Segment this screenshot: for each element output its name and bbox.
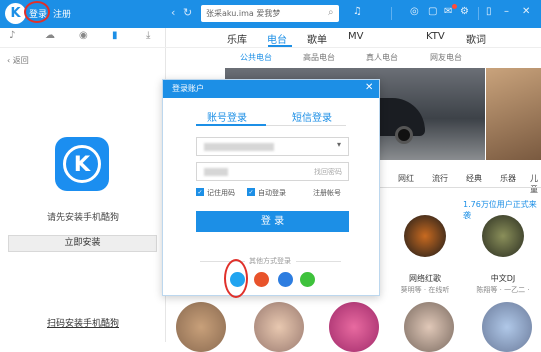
radio-cover[interactable]: [482, 215, 524, 257]
annotation-circle: [224, 259, 248, 298]
search-input[interactable]: 张采aku.ima 爱我梦: [201, 5, 339, 22]
tab-radio[interactable]: 电台: [267, 31, 287, 46]
wechat-icon[interactable]: [300, 272, 315, 287]
category-popular[interactable]: 流行: [432, 173, 448, 184]
category-wanghong[interactable]: 网红: [398, 173, 414, 184]
radio-cover[interactable]: [254, 302, 304, 352]
chevron-down-icon[interactable]: ▾: [337, 140, 341, 149]
divider: [478, 7, 479, 20]
minimize-icon[interactable]: –: [504, 6, 509, 17]
register-account-link[interactable]: 注册帐号: [313, 188, 341, 198]
subtab-hq[interactable]: 高品电台: [303, 52, 335, 63]
close-icon[interactable]: ✕: [522, 6, 530, 17]
back-link[interactable]: ‹ 返回: [7, 55, 29, 66]
left-tabs: ♪ ☁ ◉ ▮ ⤓: [0, 28, 166, 48]
remember-checkbox[interactable]: ✓: [196, 188, 204, 196]
remember-label: 记住用码: [207, 189, 235, 197]
mini-mode-icon[interactable]: ▯: [486, 6, 492, 17]
active-tab-indicator: [196, 124, 266, 126]
message-badge: [452, 4, 457, 9]
tab-sms-login[interactable]: 短信登录: [292, 109, 332, 124]
mic-icon[interactable]: ♫: [353, 6, 362, 17]
category-divider: [379, 187, 541, 188]
back-label: 返回: [12, 56, 29, 65]
download-icon[interactable]: ⤓: [146, 30, 150, 41]
auto-login-checkbox[interactable]: ✓: [247, 188, 255, 196]
divider: [296, 261, 341, 262]
title-bar: K 登录 注册 ‹ ↻ 张采aku.ima 爱我梦 ⌕ ♫ ◎ ▢ ✉ ⚙ ▯ …: [0, 0, 541, 28]
tab-playlist[interactable]: 歌单: [307, 31, 327, 46]
renren-icon[interactable]: [278, 272, 293, 287]
wheel: [395, 126, 413, 144]
account-field[interactable]: ▾: [196, 137, 349, 156]
divider: [391, 7, 392, 20]
install-button[interactable]: 立即安装: [8, 235, 157, 252]
blurred-account: [204, 143, 274, 151]
device-panel: ♪ ☁ ◉ ▮ ⤓ ‹ 返回 K 请先安装手机酷狗 立即安装 扫码安装手机酷狗: [0, 28, 166, 342]
radio-cover[interactable]: [482, 302, 532, 352]
back-arrow-icon[interactable]: ‹: [171, 6, 175, 19]
settings-icon[interactable]: ⚙: [460, 6, 469, 17]
kugou-k-icon: K: [63, 145, 101, 183]
game-icon[interactable]: ◎: [410, 6, 419, 17]
subtab-live[interactable]: 真人电台: [366, 52, 398, 63]
subtab-user[interactable]: 网友电台: [430, 52, 462, 63]
forgot-password-link[interactable]: 找回密码: [314, 167, 342, 177]
login-dialog: 登录账户 ✕ 账号登录 短信登录 ▾ 找回密码 ✓ 记住用码 ✓ 自动登录 注册…: [162, 79, 380, 298]
dialog-title: 登录账户: [172, 84, 204, 93]
active-tab-indicator: [268, 45, 292, 47]
install-prompt: 请先安装手机酷狗: [46, 213, 119, 223]
radio-title[interactable]: 中文DJ: [468, 273, 538, 284]
message-icon[interactable]: ✉: [444, 6, 452, 17]
tab-account-login[interactable]: 账号登录: [207, 109, 247, 124]
radio-title[interactable]: 网络红歌: [390, 273, 460, 284]
kugou-logo: K: [5, 3, 26, 24]
category-classic[interactable]: 经典: [466, 173, 482, 184]
banner-side-image[interactable]: [486, 68, 541, 160]
password-field[interactable]: 找回密码: [196, 162, 349, 181]
search-icon[interactable]: ⌕: [328, 7, 334, 18]
register-link[interactable]: 注册: [53, 7, 71, 20]
main-tabs: 乐库 电台 歌单 MV KTV 歌词: [166, 28, 541, 48]
radio-icon[interactable]: ◉: [79, 30, 88, 41]
auto-login-label: 自动登录: [258, 189, 286, 197]
radio-cover[interactable]: [176, 302, 226, 352]
kugou-app-logo: K: [55, 137, 109, 191]
tab-library[interactable]: 乐库: [227, 31, 247, 46]
annotation-circle: [24, 1, 50, 23]
close-icon[interactable]: ✕: [365, 82, 373, 93]
subtab-public[interactable]: 公共电台: [240, 52, 272, 63]
other-methods-label: 其他方式登录: [249, 257, 291, 265]
skin-icon[interactable]: ▢: [428, 6, 437, 17]
tab-mv[interactable]: MV: [348, 31, 363, 42]
radio-subtitle: 陈翔等 · 一乙二 ·: [476, 286, 530, 294]
blurred-password: [204, 168, 228, 176]
dialog-header: 登录账户 ✕: [163, 80, 379, 98]
login-button[interactable]: 登 录: [196, 211, 349, 232]
phone-icon[interactable]: ▮: [112, 30, 118, 41]
weibo-icon[interactable]: [254, 272, 269, 287]
tab-lyrics[interactable]: 歌词: [466, 31, 486, 46]
radio-cover[interactable]: [404, 302, 454, 352]
cloud-icon[interactable]: ☁: [45, 30, 55, 41]
radio-cover[interactable]: [404, 215, 446, 257]
scan-install-link[interactable]: 扫码安装手机酷狗: [0, 316, 166, 329]
tab-ktv[interactable]: KTV: [426, 31, 445, 42]
category-instrument[interactable]: 乐器: [500, 173, 516, 184]
radio-cover[interactable]: [329, 302, 379, 352]
category-kids[interactable]: 儿童: [530, 173, 541, 195]
radio-subtitle: 葵明等 · 在线听: [400, 286, 450, 294]
refresh-icon[interactable]: ↻: [183, 6, 192, 19]
music-note-icon[interactable]: ♪: [9, 30, 15, 41]
